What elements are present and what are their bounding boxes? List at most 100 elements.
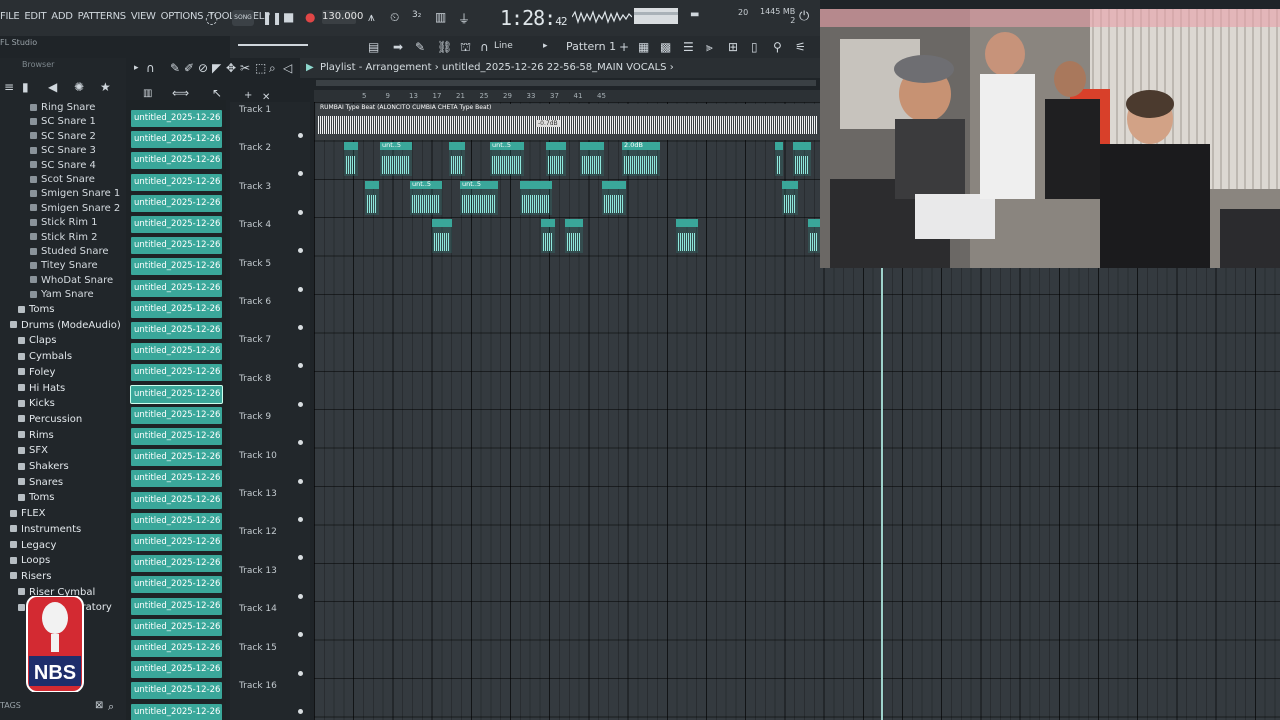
refresh-icon[interactable]: ◌ [205,9,218,27]
audio-clip[interactable] [546,142,566,176]
play-arrow-icon[interactable]: ➡ [393,40,403,54]
audio-clip[interactable] [520,181,552,215]
clip-list-item[interactable]: untitled_2025-12-26 21- [131,640,222,657]
clip-list-item[interactable]: untitled_2025-12-26 21- [131,322,222,339]
track-mute-dot[interactable] [298,555,303,561]
clip-list-item[interactable]: untitled_2025-12-26 21- [131,428,222,445]
audio-clip[interactable] [775,142,783,176]
clip-list-item[interactable]: untitled_2025-12-26 21- [131,216,222,233]
record-icon[interactable]: ● [305,10,315,24]
menu-add[interactable]: ADD [51,11,73,22]
power-icon[interactable]: ⏻ [799,9,809,24]
clip-list-item[interactable]: untitled_2025-12-26 21- [131,110,222,127]
audio-clip[interactable] [793,142,811,176]
piano-roll-icon[interactable]: ▩ [660,40,671,54]
clip-list-item[interactable]: untitled_2025-12-26 21- [131,661,222,679]
arrow-right-icon[interactable]: ▸ [543,41,548,51]
menu-view[interactable]: VIEW [131,11,156,22]
metronome-icon[interactable]: ⩚ [368,10,375,25]
audio-clip[interactable] [432,219,452,253]
clip-list-item[interactable]: untitled_2025-12-26 21- [131,449,222,467]
snap-selector[interactable]: Line [494,41,513,51]
clip-list-item[interactable]: untitled_2025-12-26 21- [131,491,222,509]
clip-list-item[interactable]: untitled_2025-12-26 21- [131,279,222,297]
audio-clip[interactable] [782,181,798,215]
browser-item[interactable]: Studed Snare [30,246,109,257]
browser-item[interactable]: Snares [18,477,63,488]
panel-icon[interactable]: ▬ [690,9,699,20]
track-name[interactable]: Track 8 [239,374,271,384]
browser-item[interactable]: Foley [18,367,55,378]
horizontal-scrollbar[interactable] [316,80,816,86]
track-name[interactable]: Track 14 [239,604,277,614]
browser-item[interactable]: FLEX [10,508,46,519]
mixer-icon[interactable]: ⫸ [706,40,713,55]
track-name[interactable]: Track 9 [239,412,271,422]
track-name[interactable]: Track 3 [239,182,271,192]
track-mute-dot[interactable] [298,363,303,369]
magnet-icon[interactable]: ∩ [480,40,489,54]
clip-list-item[interactable]: untitled_2025-12-26 21- [131,173,222,191]
track-name[interactable]: Track 2 [239,143,271,153]
browser-item[interactable]: Percussion [18,414,82,425]
audio-clip[interactable] [602,181,626,215]
clip-list-item[interactable]: untitled_2025-12-26 21- [131,194,222,212]
track-mute-dot[interactable] [298,248,303,254]
tag-close-icon[interactable]: ⊠ [95,700,103,711]
clip-list-item[interactable]: untitled_2025-12-26 21- [130,384,223,404]
piano-icon[interactable]: ▤ [368,40,379,54]
browser-item[interactable]: Legacy [10,540,56,551]
plugin-icon[interactable]: ⚲ [773,40,782,54]
clip-list-item[interactable]: untitled_2025-12-26 21- [131,131,222,149]
browser-item[interactable]: Titey Snare [30,260,98,271]
speaker-tool-icon[interactable]: ◁ [283,61,292,75]
clip-list-item[interactable]: untitled_2025-12-26 21- [131,597,222,615]
clip-list-item[interactable]: untitled_2025-12-26 21- [131,470,222,488]
mute-tool-icon[interactable]: ◤ [212,61,221,75]
clip-list-item[interactable]: untitled_2025-12-26 21- [131,512,222,530]
audio-clip[interactable] [565,219,583,253]
track-name[interactable]: Track 4 [239,220,271,230]
browser-item[interactable]: Claps [18,335,56,346]
clip-list-item[interactable]: untitled_2025-12-26 21- [131,682,222,700]
browser-item[interactable]: Smigen Snare 1 [30,188,120,199]
stop-icon[interactable]: ■ [283,10,294,24]
timeline-ruler[interactable]: 5 9 13 17 21 25 29 33 37 41 45 [314,90,820,102]
clip-list-item[interactable]: untitled_2025-12-26 21- [131,618,222,636]
audio-clip[interactable]: 2.0dB [622,141,660,176]
delete-tool-icon[interactable]: ⊘ [198,61,208,75]
select-tool-icon[interactable]: ⬚ [255,61,266,75]
track-name[interactable]: Track 7 [239,335,271,345]
track-name[interactable]: Track 13 [239,566,277,576]
browser-item[interactable]: Shakers [18,461,69,472]
clip-list-item[interactable]: untitled_2025-12-26 21- [131,300,222,318]
browser-item[interactable]: WhoDat Snare [30,275,113,286]
browser-item[interactable]: Loops [10,555,50,566]
browser-item[interactable]: Toms [18,304,54,315]
menu-icon[interactable]: ≡ [4,80,14,94]
browser-item[interactable]: Stick Rim 2 [30,232,98,243]
browser-item[interactable]: Smigen Snare 2 [30,203,120,214]
clip-list-item[interactable]: untitled_2025-12-26 21- [131,152,222,170]
browser-item[interactable]: Ring Snare [30,102,95,113]
pencil-icon[interactable]: ✎ [415,40,425,54]
browser-item[interactable]: Drums (ModeAudio) [10,320,121,331]
track-mute-dot[interactable] [298,593,303,599]
draw-tool-icon[interactable]: ✎ [170,61,180,75]
add-track-icon[interactable]: + [244,90,252,101]
clip-list-item[interactable]: untitled_2025-12-26 21- [131,343,222,361]
track-name[interactable]: Track 13 [239,489,277,499]
audio-clip[interactable] [344,142,358,176]
add-pattern-icon[interactable]: + [619,40,629,54]
zoom-tool-icon[interactable]: ⌕ [269,61,276,76]
wait-icon[interactable]: ⏲ [390,10,399,25]
clip-list-item[interactable]: untitled_2025-12-26 21- [131,364,222,382]
stamp-icon[interactable]: ⛫ [460,40,471,56]
audio-clip[interactable] [676,219,698,253]
back-icon[interactable]: ◀ [48,80,57,94]
paint-tool-icon[interactable]: ✐ [184,61,194,75]
audio-clip[interactable] [449,142,465,176]
track-name[interactable]: Track 5 [239,259,271,269]
clip-list-item[interactable]: untitled_2025-12-26 21- [131,237,222,255]
browser-item[interactable]: Scot Snare [30,174,95,185]
